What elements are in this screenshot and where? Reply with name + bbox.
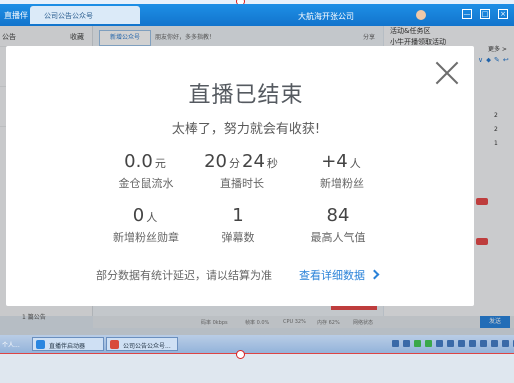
- app-icon: [36, 340, 45, 349]
- live-ended-dialog: 直播已结束 太棒了，努力就会有收获! 0.0 元 金仓鼠流水 20 分 24 秒 直播时…: [6, 46, 474, 306]
- stat-number: +4: [321, 151, 348, 172]
- network-icon[interactable]: [447, 340, 454, 347]
- user-avatar[interactable]: [416, 10, 426, 20]
- wechat-icon[interactable]: [425, 340, 432, 347]
- system-tray: [392, 340, 514, 347]
- stat-peak-popularity: 84 最高人气值: [278, 205, 398, 245]
- window-title: 大航海开张公司: [298, 12, 354, 21]
- view-details-link[interactable]: 查看详细数据: [299, 267, 380, 283]
- data-delay-note: 部分数据有统计延迟，请以结算为准: [96, 269, 272, 282]
- taskbar-task-label: 公司公告公众号...: [123, 343, 171, 350]
- stat-number: 24: [242, 151, 265, 172]
- app-title-bar: 直播伴 公司公告公众号 大航海开张公司 — □ ×: [0, 4, 514, 26]
- stat-unit: 人: [349, 157, 361, 170]
- dialog-title: 直播已结束: [188, 83, 304, 108]
- tray-icon[interactable]: [403, 340, 410, 347]
- stat-unit: 分: [229, 157, 240, 170]
- tray-icon[interactable]: [480, 340, 487, 347]
- stat-unit: 人: [146, 211, 158, 224]
- capture-handle-bottom[interactable]: [236, 350, 245, 359]
- taskbar-task-label: 直播伴启动器: [49, 343, 86, 350]
- browser-tab[interactable]: 公司公告公众号: [30, 6, 140, 24]
- tray-icon[interactable]: [491, 340, 498, 347]
- tray-icon[interactable]: [414, 340, 421, 347]
- minimize-button[interactable]: —: [462, 9, 472, 19]
- stat-number: 0: [132, 205, 145, 226]
- stat-number: 0.0: [124, 151, 153, 172]
- view-details-label: 查看详细数据: [299, 269, 365, 282]
- stat-value: 84: [278, 205, 398, 226]
- chevron-right-icon: [369, 269, 380, 280]
- volume-icon[interactable]: [458, 340, 465, 347]
- tray-icon[interactable]: [392, 340, 399, 347]
- tray-icon[interactable]: [436, 340, 443, 347]
- stat-unit: 元: [154, 157, 166, 170]
- app-name: 直播伴: [4, 11, 28, 20]
- taskbar-start[interactable]: 个人...: [2, 340, 20, 349]
- app-icon: [110, 340, 119, 349]
- stat-value: +4 人: [282, 151, 402, 172]
- stat-unit: 秒: [266, 157, 278, 170]
- window-close-button[interactable]: ×: [498, 9, 508, 19]
- taskbar-task[interactable]: 直播伴启动器: [32, 337, 104, 351]
- dialog-subtitle: 太棒了，努力就会有收获!: [171, 122, 321, 137]
- tray-icon[interactable]: [469, 340, 476, 347]
- stat-number: 1: [232, 205, 244, 226]
- stat-label: 最高人气值: [310, 231, 366, 244]
- tray-icon[interactable]: [502, 340, 509, 347]
- stat-number: 20: [204, 151, 227, 172]
- stat-number: 84: [326, 205, 350, 226]
- windows-taskbar: 个人... 直播伴启动器 公司公告公众号...: [0, 335, 514, 353]
- taskbar-task[interactable]: 公司公告公众号...: [106, 337, 178, 351]
- stat-new-fans: +4 人 新增粉丝: [282, 151, 402, 191]
- capture-bottom-border: [0, 350, 514, 359]
- maximize-button[interactable]: □: [480, 9, 490, 19]
- stat-label: 新增粉丝: [320, 177, 364, 190]
- browser-tab-label: 公司公告公众号: [44, 12, 93, 20]
